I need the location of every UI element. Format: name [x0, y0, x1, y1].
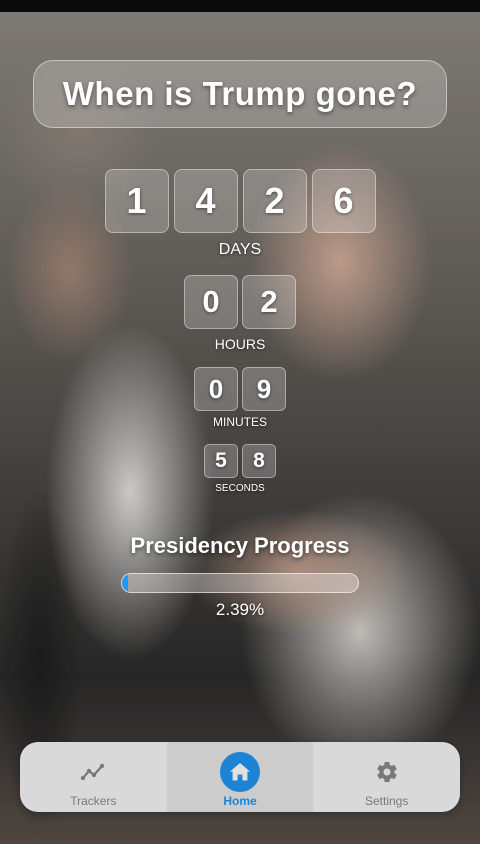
title-card: When is Trump gone?	[33, 60, 447, 128]
hours-digit: 0	[184, 275, 238, 329]
minutes-label: MINUTES	[213, 415, 267, 429]
status-bar	[0, 0, 480, 12]
page-title: When is Trump gone?	[62, 75, 418, 112]
days-label: DAYS	[218, 241, 262, 258]
days-digits: 1 4 2 6	[0, 169, 480, 233]
seconds-digit: 8	[242, 444, 276, 478]
days-digit: 4	[173, 169, 238, 233]
seconds-digit: 5	[204, 444, 238, 478]
days-digit: 6	[311, 169, 376, 233]
minutes-digit: 0	[194, 367, 238, 411]
hours-digit: 2	[242, 275, 296, 329]
main-content: When is Trump gone? 1 4 2 6 DAYS 0 2 HOU…	[0, 12, 480, 844]
days-digit: 1	[104, 169, 169, 233]
progress-percent: 2.39%	[215, 600, 265, 619]
hours-digits: 0 2	[0, 275, 480, 329]
seconds-label: SECONDS	[215, 483, 265, 494]
days-digit: 2	[242, 169, 307, 233]
minutes-digits: 0 9	[0, 367, 480, 411]
progress-bar	[121, 573, 359, 593]
progress-title: Presidency Progress	[130, 533, 350, 558]
app-screen: When is Trump gone? 1 4 2 6 DAYS 0 2 HOU…	[0, 0, 480, 844]
progress-fill	[122, 574, 128, 592]
minutes-digit: 9	[242, 367, 286, 411]
hours-label: HOURS	[214, 336, 266, 352]
seconds-digits: 5 8	[0, 444, 480, 478]
